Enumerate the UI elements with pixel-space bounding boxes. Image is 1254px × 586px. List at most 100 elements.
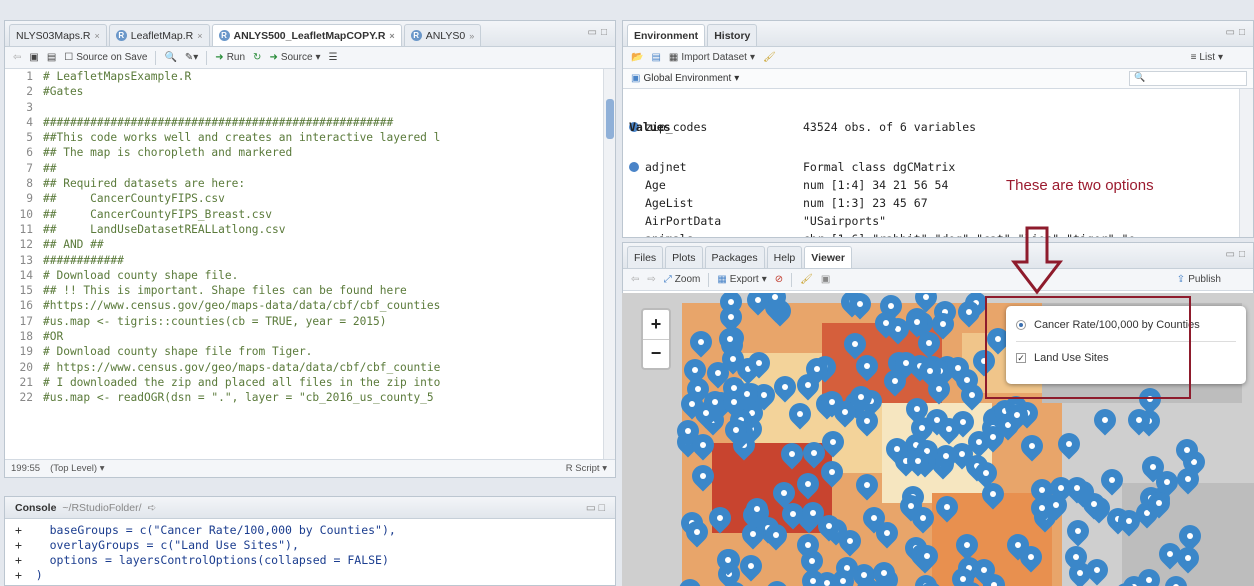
scrollbar-thumb[interactable] — [606, 99, 614, 139]
search-icon[interactable]: 🔍 — [164, 52, 176, 63]
back-arrow-icon[interactable]: ⇦ — [631, 274, 639, 285]
code-line: 4 #######################################… — [5, 115, 603, 130]
run-button[interactable]: ➜ Run — [215, 52, 245, 63]
code-text: #us.map <- readOGR(dsn = ".", layer = "c… — [43, 391, 434, 405]
close-icon[interactable]: × — [197, 31, 202, 41]
tab-label: Environment — [634, 29, 699, 42]
variable-name: adjnet — [645, 160, 687, 174]
tab-files[interactable]: Files — [627, 246, 664, 268]
code-text: # Download county shape file from Tiger. — [43, 345, 313, 359]
environment-row[interactable]: animalschr [1:6] "rabbit" "dog" "cat" "l… — [623, 230, 1239, 237]
variable-value: Formal class dgCMatrix — [803, 160, 956, 174]
divider — [206, 50, 208, 65]
zoom-button[interactable]: ⤢ Zoom — [664, 274, 701, 285]
line-number: 10 — [19, 207, 33, 221]
console-title[interactable]: Console — [15, 502, 56, 514]
code-text: #Gates — [43, 85, 84, 99]
file-type-selector[interactable]: R Script ▾ — [566, 463, 607, 474]
table-icon: ▦ — [668, 52, 679, 63]
tab-label: NLYS03Maps.R — [16, 29, 91, 42]
save-icon[interactable]: ▤ — [47, 52, 56, 63]
code-area[interactable]: 1 # LeafletMapsExample.R 2 #Gates 3 4 ########… — [5, 69, 603, 477]
publish-button[interactable]: ⇪ Publish — [1177, 274, 1221, 285]
close-icon[interactable]: × — [389, 31, 394, 41]
window-controls[interactable]: ▭ □ — [588, 27, 608, 38]
clear-icon[interactable]: ⊘ — [775, 274, 783, 285]
search-input[interactable]: 🔍 — [1129, 71, 1247, 86]
publish-icon: ⇪ — [1176, 274, 1186, 285]
maximize-icon[interactable]: □ — [601, 27, 607, 38]
rerun-icon[interactable]: ↻ — [253, 52, 261, 63]
expand-icon[interactable] — [629, 162, 639, 172]
console-line: + ) — [15, 568, 615, 583]
source-on-save-checkbox[interactable]: ☐ Source on Save — [64, 52, 147, 63]
maximize-icon[interactable]: □ — [1239, 249, 1245, 260]
console-pane: Console ~/RStudioFolder/ ➪ ▭ □ + baseGro… — [4, 496, 616, 586]
tab-history[interactable]: History — [707, 24, 758, 46]
minimize-icon[interactable]: ▭ — [1226, 27, 1235, 38]
tab-anlys500-copy[interactable]: R ANLYS500_LeafletMapCOPY.R × — [211, 24, 402, 46]
code-line: 12 ## AND ## — [5, 237, 603, 252]
forward-arrow-icon[interactable]: ⇨ — [647, 274, 655, 285]
broom-icon[interactable]: 🖌 — [800, 274, 813, 285]
window-controls[interactable]: ▭ □ — [586, 502, 605, 514]
environment-row[interactable]: AgeList num [1:3] 23 45 67 — [623, 194, 1239, 212]
line-number: 21 — [19, 375, 33, 389]
code-text: # https://www.census.gov/geo/maps-data/d… — [43, 360, 441, 374]
minimize-icon[interactable]: ▭ — [588, 27, 597, 38]
list-view-selector[interactable]: ≡ List ▾ — [1191, 52, 1223, 63]
zoom-in-button[interactable]: + — [643, 310, 669, 339]
scope-selector[interactable]: (Top Level) ▾ — [50, 463, 104, 474]
tab-nlys03maps[interactable]: NLYS03Maps.R × — [9, 24, 107, 46]
code-line: 18 #OR — [5, 329, 603, 344]
code-text: ############ — [43, 253, 124, 267]
tab-leafletmap[interactable]: R LeafletMap.R × — [108, 24, 210, 46]
tab-anlys0[interactable]: R ANLYS0» — [403, 24, 482, 46]
tab-environment[interactable]: Environment — [627, 24, 706, 46]
editor-statusbar: 199:55 (Top Level) ▾ R Script ▾ — [5, 459, 615, 477]
refresh-icon[interactable]: ▣ — [821, 274, 830, 285]
tab-label: ANLYS0 — [425, 29, 466, 42]
console-text: baseGroups = c("Cancer Rate/100,000 by C… — [21, 523, 396, 537]
back-arrow-icon[interactable]: ⇦ — [13, 52, 21, 63]
environment-row[interactable]: AirPortData "USairports" — [623, 212, 1239, 230]
code-line: 15 ## !! This is important. Shape files c… — [5, 283, 603, 298]
broom-icon[interactable]: 🖌 — [763, 52, 776, 63]
console-prompt: + — [15, 553, 22, 567]
tab-help[interactable]: Help — [766, 246, 803, 268]
code-text: ## AND ## — [43, 238, 104, 252]
tab-packages[interactable]: Packages — [704, 246, 765, 268]
divider — [708, 272, 710, 287]
environment-row[interactable]: adjnet Formal class dgCMatrix — [623, 158, 1239, 176]
line-number: 4 — [26, 115, 33, 129]
close-icon[interactable]: × — [95, 31, 100, 41]
save-icon[interactable]: ▤ — [651, 52, 660, 63]
console-output[interactable]: + baseGroups = c("Cancer Rate/100,000 by… — [5, 519, 615, 583]
import-dataset-button[interactable]: ▦ Import Dataset ▾ — [669, 52, 755, 63]
checkbox-icon: ☐ — [64, 52, 74, 63]
editor-scrollbar[interactable] — [603, 69, 615, 477]
minimize-icon[interactable]: ▭ — [1226, 249, 1235, 260]
goto-directory-icon[interactable]: ➪ — [148, 502, 157, 514]
export-button[interactable]: ▦ Export ▾ — [717, 274, 766, 285]
load-workspace-icon[interactable]: 📂 — [631, 52, 643, 63]
chevron-down-icon: ▾ — [761, 274, 767, 285]
show-in-window-icon[interactable]: ▣ — [29, 52, 38, 63]
tab-viewer[interactable]: Viewer — [804, 246, 852, 268]
annotation-arrow-icon — [1010, 226, 1064, 295]
window-controls[interactable]: ▭ □ — [1226, 27, 1246, 38]
code-tools-icon[interactable]: ✎▾ — [185, 52, 198, 63]
variable-name: AirPortData — [645, 214, 722, 228]
code-text: ##This code works well and creates an in… — [43, 131, 441, 145]
window-controls[interactable]: ▭ □ — [1226, 249, 1246, 260]
global-environment-selector[interactable]: ▣ Global Environment ▾ — [631, 73, 739, 84]
more-tabs-icon[interactable]: » — [469, 31, 474, 41]
maximize-icon[interactable]: □ — [1239, 27, 1245, 38]
code-text: # LeafletMapsExample.R — [43, 70, 192, 83]
outline-icon[interactable]: ☰ — [329, 52, 338, 63]
zoom-out-button[interactable]: − — [643, 338, 669, 369]
tab-plots[interactable]: Plots — [665, 246, 703, 268]
code-text: ## The map is choropleth and markered — [43, 146, 293, 160]
environment-scrollbar[interactable] — [1239, 89, 1253, 237]
source-button[interactable]: ➜ Source ▾ — [269, 52, 320, 63]
